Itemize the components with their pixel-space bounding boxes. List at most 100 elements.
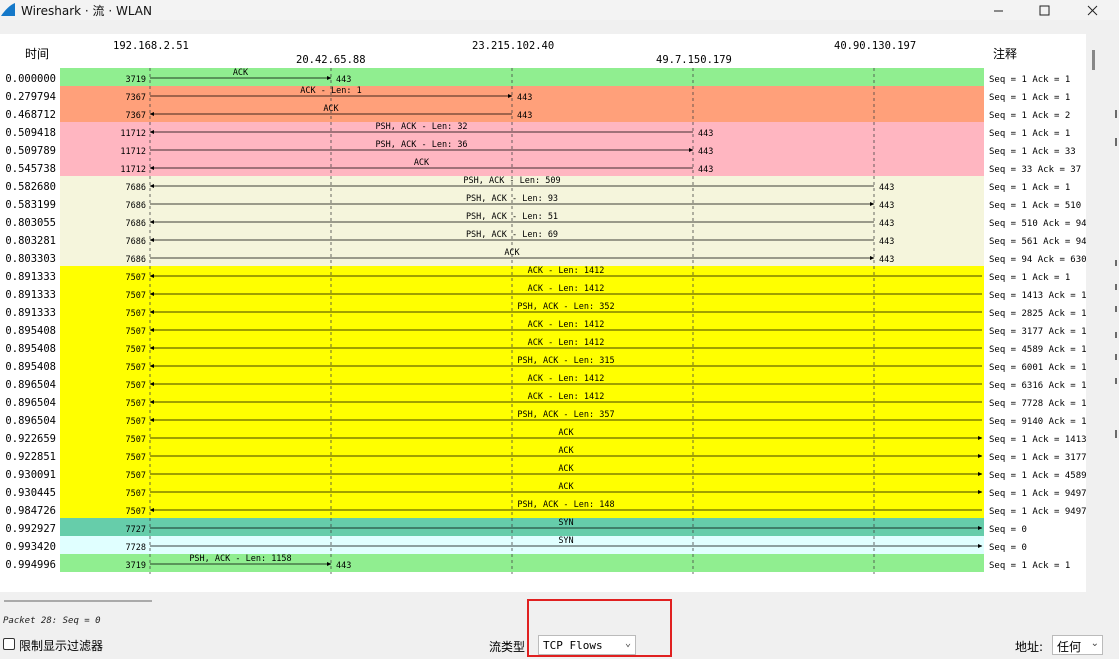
flow-label: ACK — [414, 158, 430, 168]
limit-filter-label[interactable]: 限制显示过滤器 — [19, 637, 103, 654]
time-cell: 0.994996 — [5, 559, 56, 571]
comment-cell: Seq = 1 Ack = 3177 — [989, 453, 1086, 463]
comment-cell: Seq = 1 Ack = 2 — [989, 111, 1070, 121]
comment-cell: Seq = 94 Ack = 630 — [989, 255, 1086, 265]
flow-row-band — [60, 446, 984, 464]
source-port: 7507 — [126, 291, 146, 301]
source-port: 7686 — [126, 201, 146, 211]
time-cell: 0.930091 — [5, 469, 56, 481]
horizontal-scrollbar-thumb[interactable] — [4, 600, 152, 602]
flow-sequence-diagram[interactable]: 0.000000 3719 ACK 443 Seq = 1 Ack = 1 0.27979… — [0, 34, 1086, 592]
source-port: 7507 — [126, 363, 146, 373]
destination-port: 443 — [879, 183, 894, 193]
time-cell: 0.803055 — [5, 217, 56, 229]
comment-cell: Seq = 1 Ack = 1 — [989, 273, 1070, 283]
flow-row-band — [60, 158, 984, 176]
source-port: 7507 — [126, 435, 146, 445]
flow-label: PSH, ACK - Len: 1158 — [189, 554, 291, 564]
source-port: 7728 — [126, 543, 146, 553]
destination-port: 443 — [517, 93, 532, 103]
time-cell: 0.896504 — [5, 379, 56, 391]
maximize-button[interactable] — [1024, 0, 1064, 20]
comment-cell: Seq = 33 Ack = 37 — [989, 165, 1081, 175]
time-cell: 0.891333 — [5, 289, 56, 301]
flow-label: PSH, ACK - Len: 352 — [517, 302, 614, 312]
source-port: 7507 — [126, 453, 146, 463]
time-cell: 0.896504 — [5, 397, 56, 409]
flow-label: ACK - Len: 1412 — [528, 374, 605, 384]
source-port: 7507 — [126, 327, 146, 337]
source-port: 7507 — [126, 309, 146, 319]
source-port: 11712 — [120, 147, 146, 157]
time-cell: 0.583199 — [5, 199, 56, 211]
destination-port: 443 — [879, 255, 894, 265]
time-cell: 0.509789 — [5, 145, 56, 157]
title-bar: Wireshark · 流 · WLAN — [0, 0, 1119, 20]
flow-row-band — [60, 392, 984, 410]
source-port: 7686 — [126, 255, 146, 265]
comment-cell: Seq = 1 Ack = 1 — [989, 183, 1070, 193]
time-cell: 0.582680 — [5, 181, 56, 193]
flow-label: SYN — [558, 536, 573, 546]
flow-row-band — [60, 374, 984, 392]
source-port: 7367 — [126, 111, 146, 121]
source-port: 11712 — [120, 165, 146, 175]
comment-cell: Seq = 1 Ack = 1 — [989, 93, 1070, 103]
source-port: 7507 — [126, 399, 146, 409]
time-cell: 0.279794 — [5, 91, 56, 103]
comment-cell: Seq = 1 Ack = 9497 — [989, 507, 1086, 517]
time-cell: 0.891333 — [5, 271, 56, 283]
time-cell: 0.000000 — [5, 73, 56, 85]
source-port: 7507 — [126, 471, 146, 481]
close-button[interactable] — [1072, 0, 1112, 20]
flow-label: ACK - Len: 1412 — [528, 392, 605, 402]
flow-row-band — [60, 140, 984, 158]
destination-port: 443 — [698, 165, 713, 175]
flow-label: ACK — [558, 446, 574, 456]
flow-label: PSH, ACK - Len: 36 — [375, 140, 467, 150]
source-port: 7507 — [126, 507, 146, 517]
destination-port: 443 — [879, 201, 894, 211]
flow-row-band — [60, 320, 984, 338]
time-cell: 0.895408 — [5, 361, 56, 373]
destination-port: 443 — [879, 219, 894, 229]
source-port: 7507 — [126, 489, 146, 499]
destination-port: 443 — [698, 129, 713, 139]
comment-cell: Seq = 1 Ack = 1 — [989, 561, 1070, 571]
address-dropdown[interactable]: 任何 ⌄ — [1052, 635, 1103, 655]
comment-cell: Seq = 0 — [989, 525, 1027, 535]
flow-row-band — [60, 68, 984, 86]
comment-cell: Seq = 9140 Ack = 1 — [989, 417, 1086, 427]
comment-cell: Seq = 1 Ack = 1 — [989, 75, 1070, 85]
minimize-icon — [993, 10, 1003, 11]
flow-row-band — [60, 338, 984, 356]
flow-label: PSH, ACK - Len: 32 — [375, 122, 467, 132]
vertical-scrollbar-thumb[interactable] — [1092, 50, 1095, 70]
time-cell: 0.984726 — [5, 505, 56, 517]
minimize-button[interactable] — [978, 0, 1018, 20]
comment-cell: Seq = 1 Ack = 1413 — [989, 435, 1086, 445]
flow-label: PSH, ACK - Len: 148 — [517, 500, 614, 510]
destination-port: 443 — [879, 237, 894, 247]
background-window-edge — [1115, 110, 1117, 438]
source-port: 3719 — [126, 75, 146, 85]
source-port: 7686 — [126, 237, 146, 247]
flow-row-band — [60, 518, 984, 536]
time-cell: 0.803303 — [5, 253, 56, 265]
comment-cell: Seq = 1 Ack = 1 — [989, 129, 1070, 139]
source-port: 7727 — [126, 525, 146, 535]
source-port: 7507 — [126, 381, 146, 391]
comment-cell: Seq = 1 Ack = 510 — [989, 201, 1081, 211]
time-cell: 0.803281 — [5, 235, 56, 247]
time-cell: 0.922659 — [5, 433, 56, 445]
comment-cell: Seq = 1 Ack = 4589 — [989, 471, 1086, 481]
limit-filter-checkbox[interactable] — [3, 638, 15, 650]
flow-row-band — [60, 536, 984, 554]
address-value: 任何 — [1057, 640, 1082, 654]
comment-cell: Seq = 2825 Ack = 1 — [989, 309, 1086, 319]
source-port: 7367 — [126, 93, 146, 103]
flow-row-band — [60, 266, 984, 284]
comment-cell: Seq = 1 Ack = 9497 — [989, 489, 1086, 499]
time-cell: 0.509418 — [5, 127, 56, 139]
destination-port: 443 — [517, 111, 532, 121]
